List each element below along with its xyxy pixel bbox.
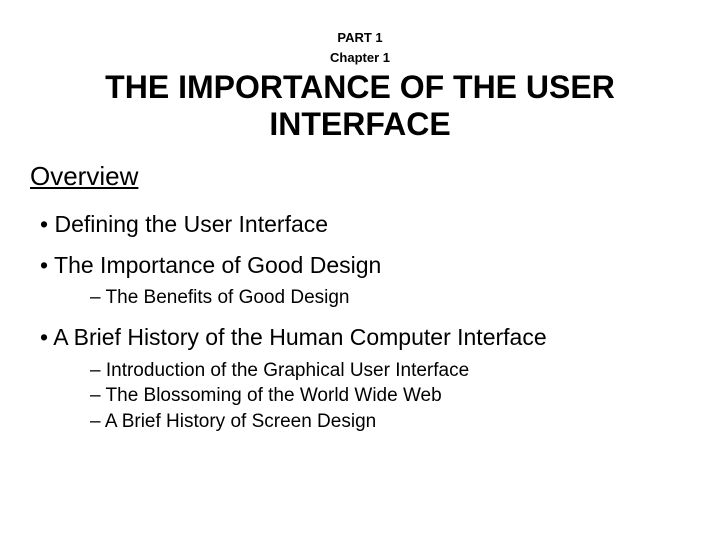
sub-list: The Benefits of Good Design: [90, 285, 690, 311]
part-label: PART 1: [30, 30, 690, 46]
sub-list: Introduction of the Graphical User Inter…: [90, 358, 690, 435]
list-item-text: A Brief History of the Human Computer In…: [53, 324, 546, 350]
list-item-text: Defining the User Interface: [54, 211, 328, 237]
list-item: Defining the User Interface: [40, 210, 690, 239]
section-heading: Overview: [30, 161, 690, 192]
overview-list: Defining the User Interface The Importan…: [40, 210, 690, 435]
sub-list-item: The Blossoming of the World Wide Web: [90, 383, 690, 409]
list-item: A Brief History of the Human Computer In…: [40, 323, 690, 435]
list-item: The Importance of Good Design The Benefi…: [40, 251, 690, 311]
list-item-text: The Importance of Good Design: [54, 252, 381, 278]
sub-list-item: The Benefits of Good Design: [90, 285, 690, 311]
sub-list-item: A Brief History of Screen Design: [90, 409, 690, 435]
page-title: THE IMPORTANCE OF THE USER INTERFACE: [30, 69, 690, 143]
chapter-label: Chapter 1: [30, 50, 690, 66]
sub-list-item: Introduction of the Graphical User Inter…: [90, 358, 690, 384]
